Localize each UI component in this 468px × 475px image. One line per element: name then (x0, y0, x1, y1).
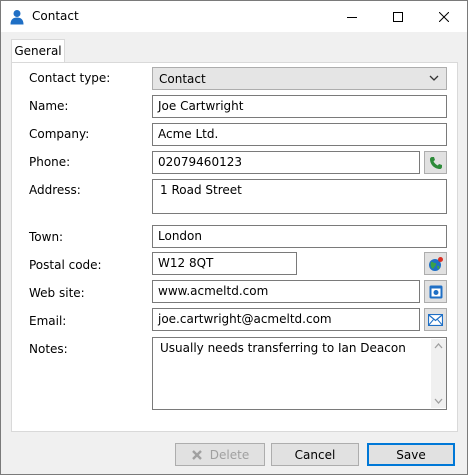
contact-dialog: Contact General Contact type: Contact Na… (0, 0, 468, 475)
send-email-button[interactable] (424, 308, 447, 331)
delete-icon (191, 449, 202, 460)
company-label: Company: (29, 127, 90, 141)
email-field[interactable]: joe.cartwright@acmeltd.com (152, 308, 420, 331)
window-title: Contact (32, 9, 79, 23)
call-button[interactable] (424, 151, 447, 174)
town-field[interactable]: London (152, 225, 447, 248)
person-icon (10, 10, 24, 25)
open-website-button[interactable] (424, 280, 447, 303)
delete-button[interactable]: Delete (175, 443, 265, 466)
maximize-icon (393, 11, 403, 22)
minimize-icon (347, 16, 357, 18)
save-button[interactable]: Save (367, 443, 455, 466)
cancel-label: Cancel (294, 447, 336, 462)
save-label: Save (396, 447, 426, 462)
contact-type-select[interactable]: Contact (152, 67, 447, 90)
postal-code-field[interactable]: W12 8QT (152, 252, 297, 275)
town-label: Town: (29, 230, 64, 244)
company-field[interactable]: Acme Ltd. (152, 123, 447, 146)
close-icon (439, 11, 449, 22)
web-site-label: Web site: (29, 286, 85, 300)
postal-code-label: Postal code: (29, 258, 102, 272)
phone-field[interactable]: 02079460123 (152, 151, 420, 174)
chevron-down-icon (429, 75, 439, 81)
notes-label: Notes: (29, 342, 68, 356)
globe-icon (428, 256, 443, 271)
title-bar[interactable]: Contact (1, 1, 467, 32)
tab-general[interactable]: General (11, 39, 65, 63)
name-field[interactable]: Joe Cartwright (152, 95, 447, 118)
map-lookup-button[interactable] (424, 252, 447, 275)
scroll-up-icon (434, 343, 443, 349)
scroll-down-icon (434, 398, 443, 404)
email-label: Email: (29, 314, 67, 328)
phone-label: Phone: (29, 155, 71, 169)
notes-field[interactable]: Usually needs transferring to Ian Deacon (152, 337, 447, 410)
cancel-button[interactable]: Cancel (271, 443, 359, 466)
address-field[interactable]: 1 Road Street (152, 179, 447, 214)
minimize-button[interactable] (329, 1, 375, 32)
browser-icon (429, 285, 442, 298)
maximize-button[interactable] (375, 1, 421, 32)
envelope-icon (428, 313, 443, 326)
close-button[interactable] (421, 1, 467, 32)
phone-icon (429, 156, 442, 169)
notes-scrollbar[interactable] (431, 339, 446, 408)
address-label: Address: (29, 183, 81, 197)
delete-label: Delete (209, 447, 250, 462)
name-label: Name: (29, 99, 69, 113)
contact-type-value: Contact (159, 72, 206, 86)
web-site-field[interactable]: www.acmeltd.com (152, 280, 420, 303)
contact-type-label: Contact type: (29, 71, 111, 85)
